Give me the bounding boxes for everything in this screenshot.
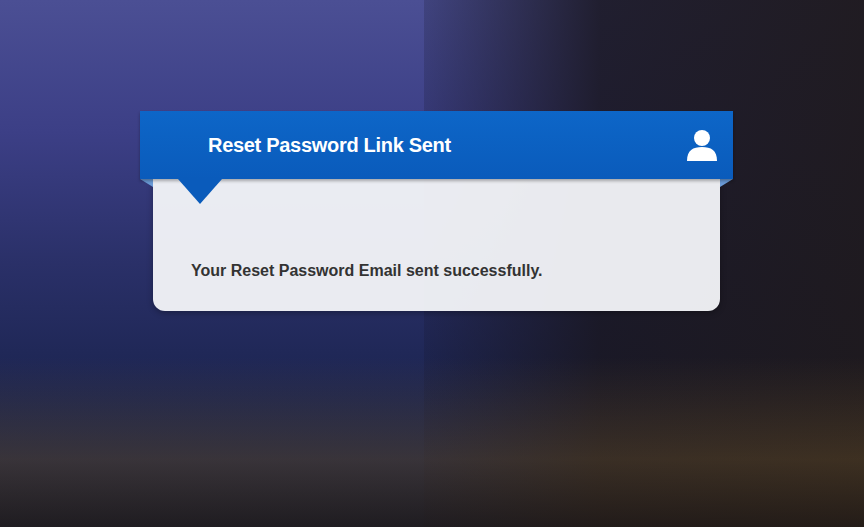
dialog-title: Reset Password Link Sent xyxy=(208,125,451,165)
dialog-message: Your Reset Password Email sent successfu… xyxy=(191,261,700,281)
city-lights xyxy=(0,357,864,527)
dialog-body: Your Reset Password Email sent successfu… xyxy=(153,179,720,311)
user-icon xyxy=(685,128,719,162)
background-photo: Reset Password Link Sent Your Reset Passw… xyxy=(0,0,864,527)
header-fold xyxy=(140,179,153,187)
dialog: Reset Password Link Sent Your Reset Passw… xyxy=(140,111,733,311)
dialog-pointer xyxy=(178,179,222,204)
dialog-header: Reset Password Link Sent xyxy=(140,111,733,179)
header-fold xyxy=(720,179,733,187)
